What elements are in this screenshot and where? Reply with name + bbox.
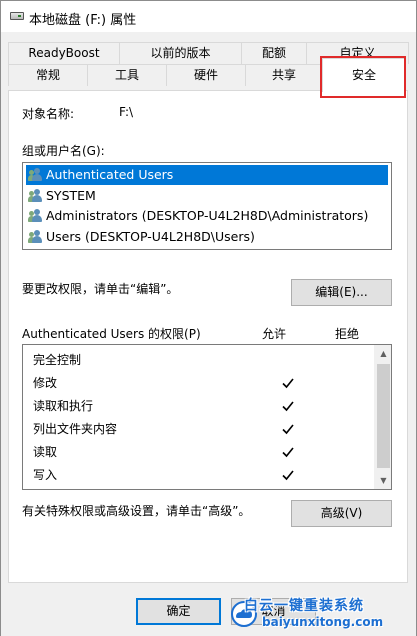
list-item[interactable]: Authenticated Users [26, 165, 388, 185]
users-list[interactable]: Authenticated Users SYSTEM Administrator… [22, 162, 392, 250]
watermark: 白云一键重装系统 baiyunxitong.com [228, 594, 417, 636]
check-icon [282, 424, 294, 435]
permissions-list[interactable]: 完全控制修改读取和执行列出文件夹内容 读取写入 ▲ ▼ [22, 344, 392, 490]
tab-general[interactable]: 常规 [8, 64, 88, 86]
tab-tools[interactable]: 工具 [87, 64, 167, 86]
scroll-up-icon[interactable]: ▲ [375, 345, 391, 362]
permission-name: 写入 [33, 468, 58, 482]
permission-row: 写入 [33, 464, 373, 487]
scrollbar[interactable]: ▲ ▼ [374, 345, 391, 489]
change-permissions-hint: 要更改权限，请单击“编辑”。 [22, 282, 179, 296]
permission-row: 完全控制 [33, 349, 373, 372]
tab-quota[interactable]: 配额 [241, 42, 307, 64]
check-icon [282, 447, 294, 458]
tab-previous-versions[interactable]: 以前的版本 [119, 42, 242, 64]
user-name: SYSTEM [46, 188, 96, 203]
users-icon [28, 189, 45, 203]
list-item[interactable]: SYSTEM [26, 186, 388, 206]
user-name: Users (DESKTOP-U4L2H8D\Users) [46, 229, 255, 244]
user-name: Administrators (DESKTOP-U4L2H8D\Administ… [46, 208, 369, 223]
tab-security[interactable]: 安全 [322, 58, 406, 92]
drive-icon [10, 12, 24, 20]
deny-header: 拒绝 [335, 327, 360, 341]
tab-readyboost[interactable]: ReadyBoost [8, 42, 120, 64]
permission-name: 修改 [33, 376, 58, 390]
scroll-down-icon[interactable]: ▼ [375, 472, 391, 489]
object-name-value: F:\ [119, 105, 134, 119]
users-icon [28, 230, 45, 244]
title-bar[interactable]: 本地磁盘 (F:) 属性 [0, 0, 417, 32]
tab-hardware[interactable]: 硬件 [166, 64, 246, 86]
permission-name: 读取 [33, 445, 58, 459]
permission-row: 修改 [33, 372, 373, 395]
window-title: 本地磁盘 (F:) 属性 [29, 13, 137, 28]
advanced-hint: 有关特殊权限或高级设置，请单击“高级”。 [22, 504, 251, 518]
permission-name: 列出文件夹内容 [33, 422, 118, 436]
permission-row: 读取和执行 [33, 395, 373, 418]
user-name: Authenticated Users [46, 167, 174, 182]
users-icon [28, 168, 45, 182]
check-icon [282, 401, 294, 412]
permission-name: 完全控制 [33, 353, 82, 367]
check-icon [282, 378, 294, 389]
advanced-button[interactable]: 高级(V) [291, 500, 392, 527]
check-icon [282, 470, 294, 481]
permission-row: 读取 [33, 441, 373, 464]
tab-sharing[interactable]: 共享 [245, 64, 323, 86]
permissions-label: Authenticated Users 的权限(P) [22, 327, 201, 341]
allow-header: 允许 [262, 327, 287, 341]
users-icon [28, 209, 45, 223]
watermark-url: baiyunxitong.com [262, 615, 384, 629]
ok-button[interactable]: 确定 [136, 598, 221, 625]
list-item[interactable]: Users (DESKTOP-U4L2H8D\Users) [26, 227, 388, 247]
scroll-thumb[interactable] [377, 364, 390, 468]
permission-name: 读取和执行 [33, 399, 94, 413]
edit-button[interactable]: 编辑(E)... [291, 279, 392, 306]
list-item[interactable]: Administrators (DESKTOP-U4L2H8D\Administ… [26, 206, 388, 226]
groups-label: 组或用户名(G): [22, 144, 105, 158]
permission-row: 列出文件夹内容 [33, 418, 373, 441]
watermark-text: 白云一键重装系统 [244, 598, 364, 614]
object-name-label: 对象名称: [22, 107, 75, 121]
